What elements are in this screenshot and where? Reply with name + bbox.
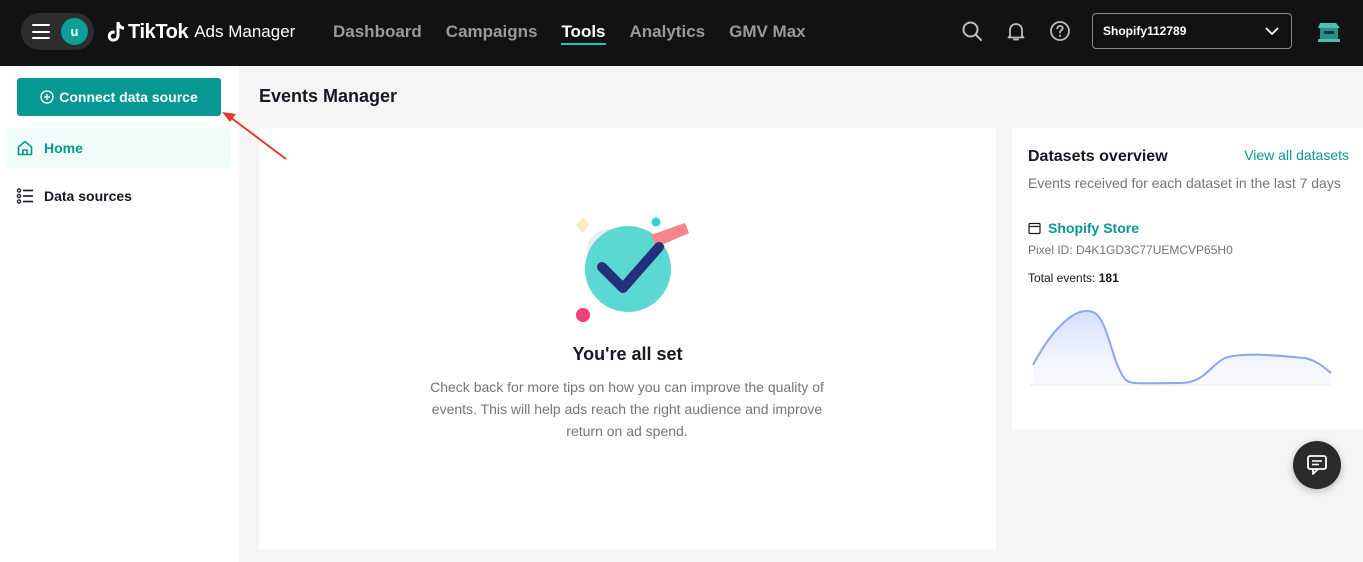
nav-analytics[interactable]: Analytics <box>630 0 706 66</box>
annotation-arrow-icon <box>222 112 287 160</box>
logo-brand-text: TikTok <box>128 20 189 43</box>
total-events-label: Total events: <box>1028 271 1099 285</box>
home-icon <box>17 140 33 156</box>
chat-support-button[interactable] <box>1293 441 1341 489</box>
bell-icon[interactable] <box>1004 19 1028 43</box>
nav-tools[interactable]: Tools <box>561 0 606 66</box>
empty-state-card: You're all set Check back for more tips … <box>259 128 996 549</box>
empty-state-description: Check back for more tips on how you can … <box>430 379 824 439</box>
connect-data-source-button[interactable]: Connect data source <box>17 78 221 116</box>
nav-gmv-max[interactable]: GMV Max <box>729 0 806 66</box>
tiktok-ads-manager-logo[interactable]: TikTok Ads Manager <box>107 16 295 48</box>
pixel-id: Pixel ID: D4K1GD3C77UEMCVP65H0 <box>1028 243 1233 257</box>
avatar[interactable]: u <box>61 18 88 45</box>
account-selector[interactable]: Shopify112789 <box>1092 13 1292 49</box>
datasets-overview-title: Datasets overview <box>1028 148 1168 165</box>
account-name: Shopify112789 <box>1103 24 1187 38</box>
logo-product-text: Ads Manager <box>194 22 296 41</box>
nav-dashboard[interactable]: Dashboard <box>333 0 422 66</box>
connect-data-source-label: Connect data source <box>59 89 198 105</box>
view-all-datasets-link[interactable]: View all datasets <box>1244 147 1349 163</box>
sidebar-item-home[interactable]: Home <box>7 128 231 168</box>
list-icon <box>16 188 33 204</box>
events-sparkline <box>1030 310 1332 386</box>
empty-state-title: You're all set <box>572 344 683 364</box>
dataset-store-link[interactable]: Shopify Store <box>1028 220 1139 236</box>
sidebar-item-label: Home <box>44 140 83 156</box>
total-events-value: 181 <box>1098 271 1119 285</box>
search-icon[interactable] <box>960 19 984 43</box>
tiktok-logo-icon <box>107 22 124 42</box>
total-events: Total events: 181 <box>1028 271 1119 285</box>
plus-circle-icon <box>40 90 54 104</box>
sidebar: Connect data source Home Data sources <box>0 66 239 562</box>
hamburger-menu-icon[interactable] <box>32 24 50 39</box>
help-icon[interactable] <box>1048 19 1072 43</box>
checkmark-illustration-icon <box>576 217 689 322</box>
sidebar-item-label: Data sources <box>44 188 132 204</box>
chevron-down-icon <box>1265 27 1279 35</box>
page-title: Events Manager <box>259 86 398 106</box>
main-nav: Dashboard Campaigns Tools Analytics GMV … <box>333 0 830 66</box>
top-navigation-bar: u TikTok Ads Manager Dashboard Campaigns… <box>0 0 1363 66</box>
datasets-subtitle: Events received for each dataset in the … <box>1028 175 1341 191</box>
menu-account-pill[interactable]: u <box>21 13 94 50</box>
dataset-store-name: Shopify Store <box>1048 220 1140 236</box>
datasets-overview-card: Datasets overview View all datasets Even… <box>1012 128 1363 429</box>
chat-icon <box>1307 455 1327 475</box>
nav-campaigns[interactable]: Campaigns <box>446 0 538 66</box>
store-icon[interactable] <box>1316 17 1342 45</box>
browser-window-icon <box>1028 222 1041 234</box>
sidebar-item-data-sources[interactable]: Data sources <box>7 176 231 216</box>
